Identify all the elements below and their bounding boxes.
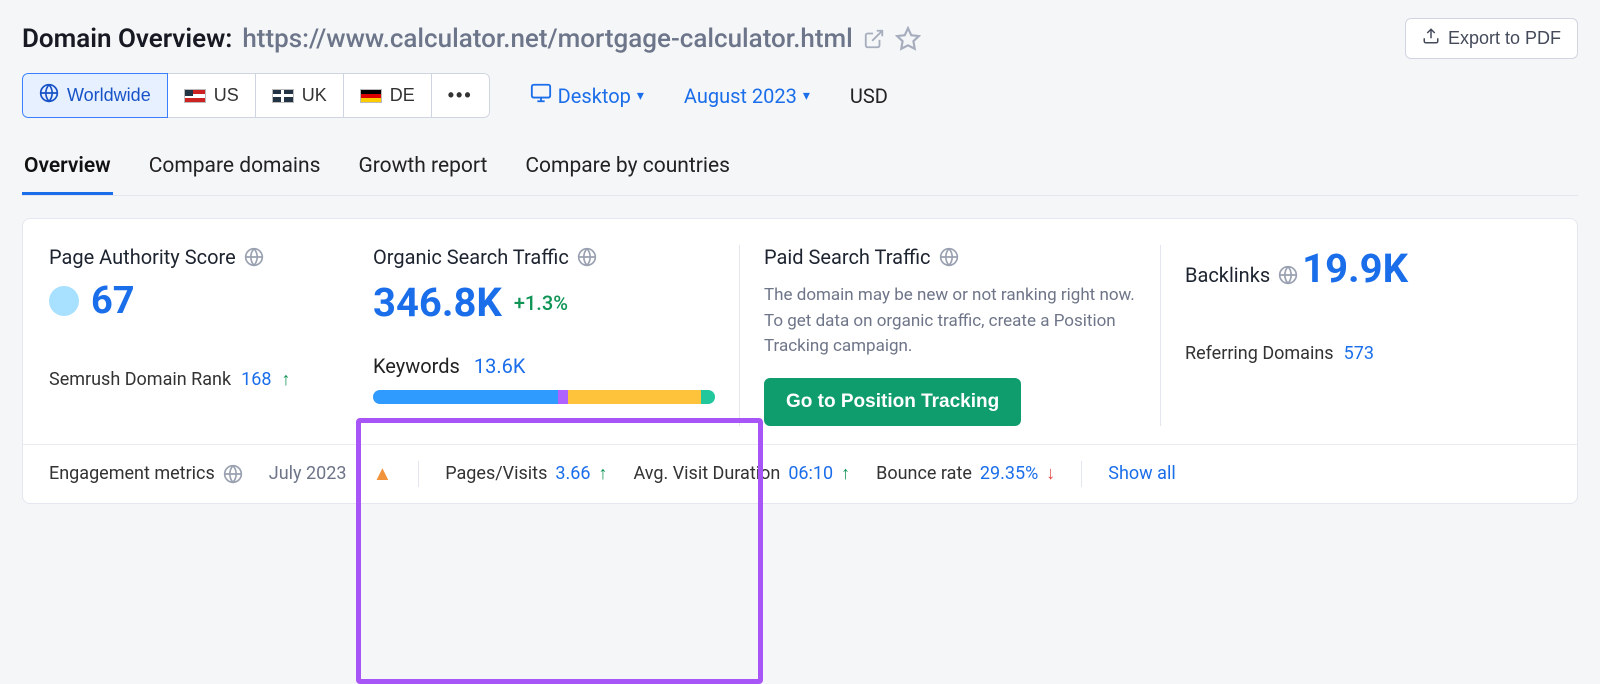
tab-overview[interactable]: Overview — [22, 146, 113, 195]
engagement-month: July 2023 — [269, 463, 347, 484]
keywords-bar-segment-1 — [373, 390, 558, 404]
organic-traffic-title: Organic Search Traffic — [373, 245, 569, 269]
country-uk-button[interactable]: UK — [255, 73, 344, 118]
position-tracking-cta-button[interactable]: Go to Position Tracking — [764, 378, 1021, 426]
desktop-icon — [530, 82, 552, 109]
tab-growth-report[interactable]: Growth report — [356, 146, 489, 195]
avg-duration-label: Avg. Visit Duration — [633, 463, 780, 484]
paid-traffic-panel: Paid Search Traffic The domain may be ne… — [740, 245, 1160, 426]
tab-compare-countries[interactable]: Compare by countries — [523, 146, 732, 195]
tabs: Overview Compare domains Growth report C… — [22, 146, 1578, 196]
organic-traffic-panel: Organic Search Traffic 346.8K +1.3% Keyw… — [349, 245, 739, 426]
arrow-up-icon: ↑ — [281, 369, 290, 390]
avg-duration-value: 06:10 — [788, 463, 833, 484]
upload-icon — [1422, 27, 1440, 50]
keywords-bar-segment-4 — [701, 390, 715, 404]
device-label: Desktop — [558, 84, 631, 108]
globe-icon[interactable] — [244, 247, 264, 267]
page-authority-title: Page Authority Score — [49, 245, 236, 269]
arrow-up-icon: ↑ — [598, 463, 607, 484]
backlinks-panel: Backlinks 19.9K Referring Domains 573 — [1161, 245, 1551, 426]
country-worldwide-label: Worldwide — [67, 85, 151, 106]
keywords-bar-segment-2 — [558, 390, 568, 404]
chevron-down-icon: ▾ — [803, 88, 810, 104]
country-de-label: DE — [390, 85, 415, 106]
export-pdf-button[interactable]: Export to PDF — [1405, 18, 1578, 59]
tab-compare-domains[interactable]: Compare domains — [147, 146, 323, 195]
country-de-button[interactable]: DE — [343, 73, 432, 118]
country-uk-label: UK — [302, 85, 327, 106]
country-worldwide-button[interactable]: Worldwide — [22, 73, 168, 118]
organic-traffic-delta: +1.3% — [514, 291, 568, 315]
metrics-card: Page Authority Score 67 Semrush Domain R… — [22, 218, 1578, 504]
page-authority-panel: Page Authority Score 67 Semrush Domain R… — [49, 245, 349, 426]
organic-traffic-number: 346.8K — [373, 279, 502, 326]
chevron-down-icon: ▾ — [637, 88, 644, 104]
flag-de-icon — [360, 89, 382, 103]
external-link-icon[interactable] — [863, 28, 885, 50]
divider — [1081, 461, 1082, 487]
pages-visits-value: 3.66 — [555, 463, 590, 484]
engagement-label: Engagement metrics — [49, 463, 215, 484]
paid-traffic-title: Paid Search Traffic — [764, 245, 931, 269]
show-all-link[interactable]: Show all — [1108, 463, 1175, 484]
export-pdf-label: Export to PDF — [1448, 28, 1561, 49]
keywords-label: Keywords — [373, 354, 460, 378]
date-label: August 2023 — [684, 84, 797, 108]
globe-icon[interactable] — [939, 247, 959, 267]
favorite-star-icon[interactable] — [895, 26, 921, 52]
page-title: Domain Overview: https://www.calculator.… — [22, 24, 921, 54]
filter-row: Worldwide US UK DE ••• Desktop ▾ — [22, 73, 1578, 118]
country-us-button[interactable]: US — [167, 73, 256, 118]
domain-url[interactable]: https://www.calculator.net/mortgage-calc… — [242, 24, 852, 54]
page-authority-value[interactable]: 67 — [49, 279, 135, 323]
engagement-row: Engagement metrics July 2023 ▲ Pages/Vis… — [23, 444, 1577, 503]
authority-score-dot-icon — [49, 286, 79, 316]
title-prefix: Domain Overview: — [22, 24, 232, 54]
keywords-value[interactable]: 13.6K — [474, 354, 526, 378]
backlinks-title: Backlinks — [1185, 263, 1270, 287]
keywords-bar-segment-3 — [568, 390, 701, 404]
globe-icon[interactable] — [577, 247, 597, 267]
header-row: Domain Overview: https://www.calculator.… — [22, 18, 1578, 59]
referring-domains-label: Referring Domains — [1185, 343, 1334, 364]
domain-rank-value[interactable]: 168 — [241, 369, 271, 390]
paid-traffic-empty-text: The domain may be new or not ranking rig… — [764, 283, 1136, 360]
currency-label: USD — [850, 84, 888, 108]
date-dropdown[interactable]: August 2023 ▾ — [684, 84, 810, 108]
pages-visits-label: Pages/Visits — [445, 463, 547, 484]
more-dots-icon: ••• — [448, 85, 473, 106]
arrow-up-icon: ↑ — [841, 463, 850, 484]
organic-traffic-value[interactable]: 346.8K +1.3% — [373, 279, 568, 326]
referring-domains-value[interactable]: 573 — [1344, 343, 1374, 364]
globe-icon — [39, 83, 59, 108]
device-dropdown[interactable]: Desktop ▾ — [530, 82, 644, 109]
arrow-down-icon: ↓ — [1046, 463, 1055, 484]
divider — [418, 461, 419, 487]
page-authority-number: 67 — [91, 279, 135, 323]
backlinks-value[interactable]: 19.9K — [1302, 245, 1408, 292]
domain-rank-label: Semrush Domain Rank — [49, 369, 231, 390]
country-us-label: US — [214, 85, 239, 106]
flag-us-icon — [184, 89, 206, 103]
flag-uk-icon — [272, 89, 294, 103]
bounce-rate-value: 29.35% — [980, 463, 1038, 484]
country-selector: Worldwide US UK DE ••• — [22, 73, 490, 118]
bounce-rate-label: Bounce rate — [876, 463, 972, 484]
country-more-button[interactable]: ••• — [431, 73, 490, 118]
keywords-distribution-bar[interactable] — [373, 390, 715, 404]
warning-icon[interactable]: ▲ — [372, 461, 392, 486]
globe-icon[interactable] — [223, 464, 243, 484]
backlinks-number: 19.9K — [1302, 245, 1408, 292]
globe-icon[interactable] — [1278, 265, 1298, 285]
